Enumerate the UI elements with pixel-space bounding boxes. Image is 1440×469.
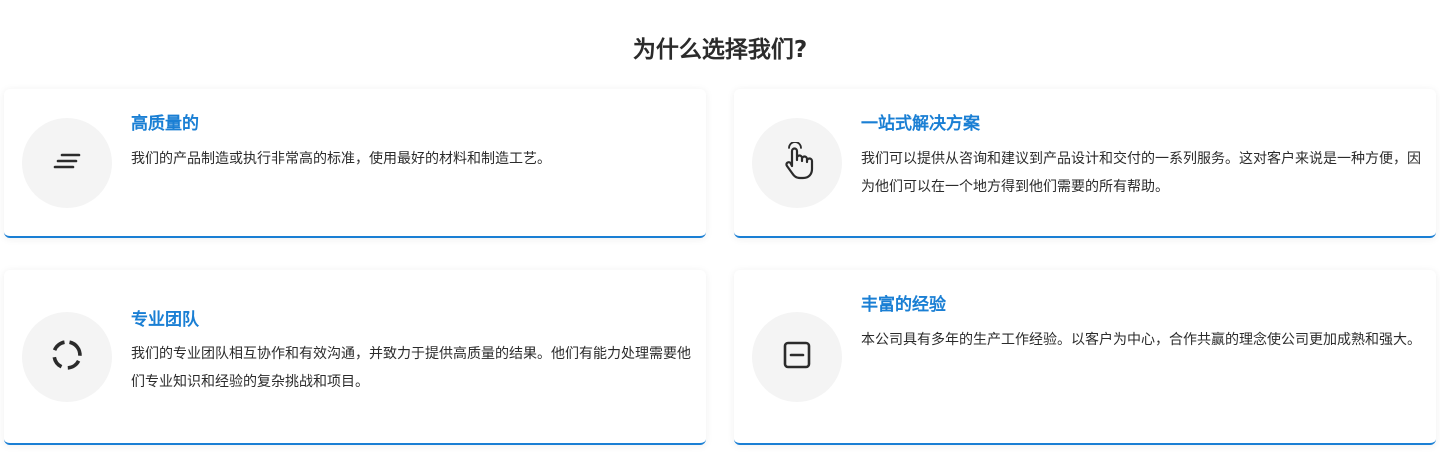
short-text-icon <box>52 151 82 175</box>
icon-circle <box>22 312 112 402</box>
card-description: 我们可以提供从咨询和建议到产品设计和交付的一系列服务。这对客户来说是一种方便，因… <box>861 151 1421 195</box>
icon-circle <box>752 118 842 208</box>
card-title: 丰富的经验 <box>861 295 946 315</box>
card-description: 我们的产品制造或执行非常高的标准，使用最好的材料和制造工艺。 <box>131 151 551 167</box>
touch-hand-icon <box>780 141 814 184</box>
feature-card-rich-experience: 丰富的经验 本公司具有多年的生产工作经验。以客户为中心，合作共赢的理念使公司更加… <box>734 270 1436 445</box>
circle-segments-icon <box>50 338 84 376</box>
card-description: 本公司具有多年的生产工作经验。以客户为中心，合作共赢的理念使公司更加成熟和强大。 <box>861 332 1421 348</box>
feature-card-one-stop-solution: 一站式解决方案 我们可以提供从咨询和建议到产品设计和交付的一系列服务。这对客户来… <box>734 89 1436 238</box>
card-description: 我们的专业团队相互协作和有效沟通，并致力于提供高质量的结果。他们有能力处理需要他… <box>131 346 691 390</box>
minus-box-icon <box>782 340 812 374</box>
card-title: 高质量的 <box>131 114 199 134</box>
section-title: 为什么选择我们? <box>632 37 808 63</box>
why-choose-us-section: 为什么选择我们? 高质量的 我们的产品制造或执行非常高的标准，使用最好的材料和制… <box>0 0 1440 469</box>
card-title: 一站式解决方案 <box>861 114 980 134</box>
icon-circle <box>752 312 842 402</box>
feature-card-professional-team: 专业团队 我们的专业团队相互协作和有效沟通，并致力于提供高质量的结果。他们有能力… <box>4 270 706 445</box>
feature-card-high-quality: 高质量的 我们的产品制造或执行非常高的标准，使用最好的材料和制造工艺。 <box>4 89 706 238</box>
icon-circle <box>22 118 112 208</box>
card-title: 专业团队 <box>131 310 199 330</box>
